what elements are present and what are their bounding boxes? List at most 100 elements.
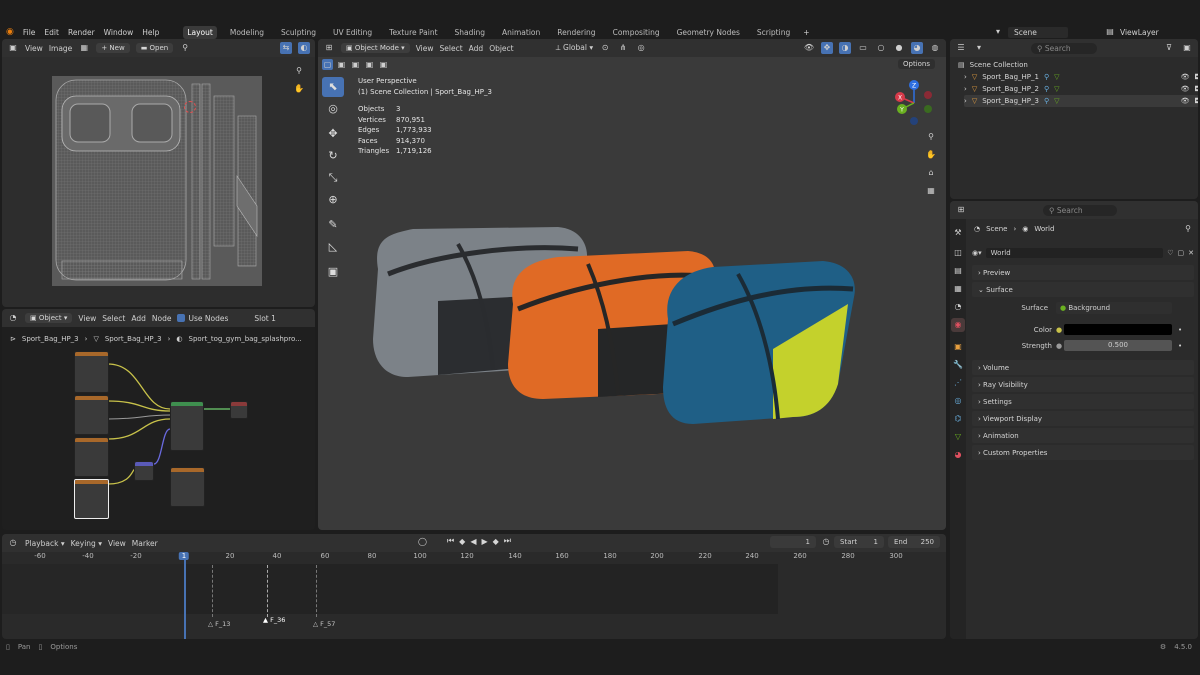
menu-file[interactable]: File	[23, 28, 36, 37]
zoom-icon[interactable]: ⚲	[293, 65, 305, 77]
filter-icon[interactable]: ⊽	[1163, 42, 1175, 54]
auto-key-icon[interactable]: ◯	[418, 537, 427, 546]
jump-end-icon[interactable]: ⏭	[504, 536, 511, 546]
menu-edit[interactable]: Edit	[44, 28, 59, 37]
play-icon[interactable]: ▶	[481, 537, 487, 546]
editor-type-icon[interactable]: ☰	[955, 42, 967, 54]
tab-scripting[interactable]: Scripting	[753, 26, 794, 39]
section-animation[interactable]: › Animation	[972, 428, 1194, 443]
eye-icon[interactable]: 👁	[1181, 85, 1190, 93]
camera-visibility-icon[interactable]: ◘	[1194, 73, 1198, 81]
data-tab-icon[interactable]: ▽	[951, 430, 965, 444]
editor-type-icon[interactable]: ⊞	[955, 204, 967, 216]
keyframe-dot-icon[interactable]: •	[1178, 326, 1182, 334]
pin-icon[interactable]: ⚲	[179, 42, 191, 54]
section-custom-properties[interactable]: › Custom Properties	[972, 445, 1194, 460]
modifier-tab-icon[interactable]: 🔧	[951, 358, 965, 372]
eye-icon[interactable]: 👁	[1181, 73, 1190, 81]
expand-icon[interactable]: ›	[964, 85, 967, 93]
tab-rendering[interactable]: Rendering	[553, 26, 599, 39]
eye-icon[interactable]: 👁	[1181, 97, 1190, 105]
add-workspace-icon[interactable]: +	[803, 28, 809, 37]
normal-map-node[interactable]	[134, 461, 154, 481]
view-layer-tab-icon[interactable]: ▦	[951, 282, 965, 296]
prev-key-icon[interactable]: ◆	[459, 537, 465, 546]
principled-bsdf-node[interactable]	[170, 401, 204, 451]
transform-tool-icon[interactable]: ⊕	[322, 190, 344, 210]
unlink-icon[interactable]: ✕	[1188, 249, 1194, 257]
material-output-node[interactable]	[230, 401, 248, 419]
menu-view[interactable]: View	[108, 539, 126, 548]
strength-slider[interactable]: 0.500	[1064, 340, 1172, 351]
blender-logo-icon[interactable]: ◉	[6, 27, 14, 37]
outliner-search[interactable]: ⚲ Search	[1031, 42, 1097, 54]
outliner-row-collection[interactable]: ▤ Scene Collection	[958, 59, 1194, 71]
tool-tab-icon[interactable]: ⚒	[951, 226, 965, 240]
fake-user-icon[interactable]: ♡	[1167, 249, 1173, 257]
output-tab-icon[interactable]: ▤	[951, 264, 965, 278]
cursor-tool-icon[interactable]: ◎	[322, 99, 344, 119]
surface-shader-field[interactable]: ● Background	[1056, 302, 1172, 314]
next-key-icon[interactable]: ◆	[493, 537, 499, 546]
timeline-marker[interactable]: △ F_13	[208, 620, 230, 628]
tab-uv-editing[interactable]: UV Editing	[329, 26, 376, 39]
tab-layout[interactable]: Layout	[183, 25, 217, 39]
current-frame-field[interactable]: 1	[770, 536, 816, 548]
node-editor[interactable]: ◔ ▣ Object ▾ View Select Add Node Use No…	[2, 309, 315, 530]
scale-tool-icon[interactable]: ⤡	[322, 168, 344, 188]
pan-hand-icon[interactable]: ✋	[925, 149, 937, 161]
annotate-tool-icon[interactable]: ✎	[322, 215, 344, 235]
pan-hand-icon[interactable]: ✋	[293, 83, 305, 95]
viewlayer-selector[interactable]: ▤ ViewLayer	[1104, 26, 1194, 38]
play-reverse-icon[interactable]: ◀	[470, 537, 476, 546]
world-name-field[interactable]: World	[985, 247, 1164, 258]
camera-visibility-icon[interactable]: ◘	[1194, 85, 1198, 93]
keyframe-dot-icon[interactable]: •	[1178, 342, 1182, 350]
world-tab-icon[interactable]: ◉	[951, 318, 965, 332]
timeline-marker[interactable]: ▲ F_36	[263, 616, 285, 624]
pin-icon[interactable]: ⚲	[1182, 223, 1194, 235]
tab-animation[interactable]: Animation	[498, 26, 544, 39]
crumb-world[interactable]: World	[1034, 225, 1054, 233]
constraints-tab-icon[interactable]: ⌬	[951, 412, 965, 426]
tab-texture-paint[interactable]: Texture Paint	[385, 26, 441, 39]
section-settings[interactable]: › Settings	[972, 394, 1194, 409]
outliner-row[interactable]: › ▽ Sport_Bag_HP_1 ⚲ ▽ 👁 ◘	[964, 71, 1198, 83]
menu-help[interactable]: Help	[142, 28, 159, 37]
crumb-scene[interactable]: Scene	[986, 225, 1007, 233]
rotate-tool-icon[interactable]: ↻	[322, 146, 344, 166]
world-browse-icon[interactable]: ◉▾	[972, 249, 982, 257]
timeline[interactable]: ◷ Playback ▾ Keying ▾ View Marker	[2, 534, 946, 639]
editor-type-icon[interactable]: ▣	[7, 42, 19, 54]
properties-search[interactable]: ⚲ Search	[1043, 204, 1117, 216]
section-preview[interactable]: › Preview	[972, 265, 1194, 280]
section-volume[interactable]: › Volume	[972, 360, 1194, 375]
material-tab-icon[interactable]: ◕	[951, 448, 965, 462]
menu-view[interactable]: View	[25, 44, 43, 53]
menu-render[interactable]: Render	[68, 28, 95, 37]
editor-type-icon[interactable]: ◷	[7, 537, 19, 549]
expand-icon[interactable]: ›	[964, 73, 967, 81]
image-browse-icon[interactable]: ▦	[78, 42, 90, 54]
section-ray-visibility[interactable]: › Ray Visibility	[972, 377, 1194, 392]
timeline-marker[interactable]: △ F_57	[313, 620, 335, 628]
image-texture-node[interactable]	[74, 437, 109, 477]
grid-icon[interactable]: ▦	[925, 185, 937, 197]
tab-shading[interactable]: Shading	[451, 26, 489, 39]
scene-selector[interactable]: ▾ Scene	[992, 26, 1092, 38]
navigation-gizmo[interactable]: Z X Y	[890, 79, 938, 127]
viewport-3d[interactable]: ⊞ ▣ Object Mode ▾ View Select Add Object…	[318, 39, 946, 530]
end-frame-field[interactable]: End 250	[888, 536, 940, 548]
add-cube-tool-icon[interactable]: ▣	[322, 262, 344, 282]
section-surface[interactable]: ⌄ Surface	[972, 282, 1194, 297]
menu-window[interactable]: Window	[104, 28, 134, 37]
menu-image[interactable]: Image	[49, 44, 73, 53]
tab-compositing[interactable]: Compositing	[609, 26, 664, 39]
outliner[interactable]: ☰ ▾ ⚲ Search ⊽ ▣ ▤ Scene Collection › ▽ Spo…	[950, 39, 1198, 199]
jump-start-icon[interactable]: ⏮	[447, 536, 454, 546]
uv-sync-icon[interactable]: ⇆	[280, 42, 292, 54]
camera-visibility-icon[interactable]: ◘	[1194, 97, 1198, 105]
menu-playback[interactable]: Playback ▾	[25, 539, 65, 548]
new-collection-icon[interactable]: ▣	[1181, 42, 1193, 54]
move-tool-icon[interactable]: ✥	[322, 124, 344, 144]
